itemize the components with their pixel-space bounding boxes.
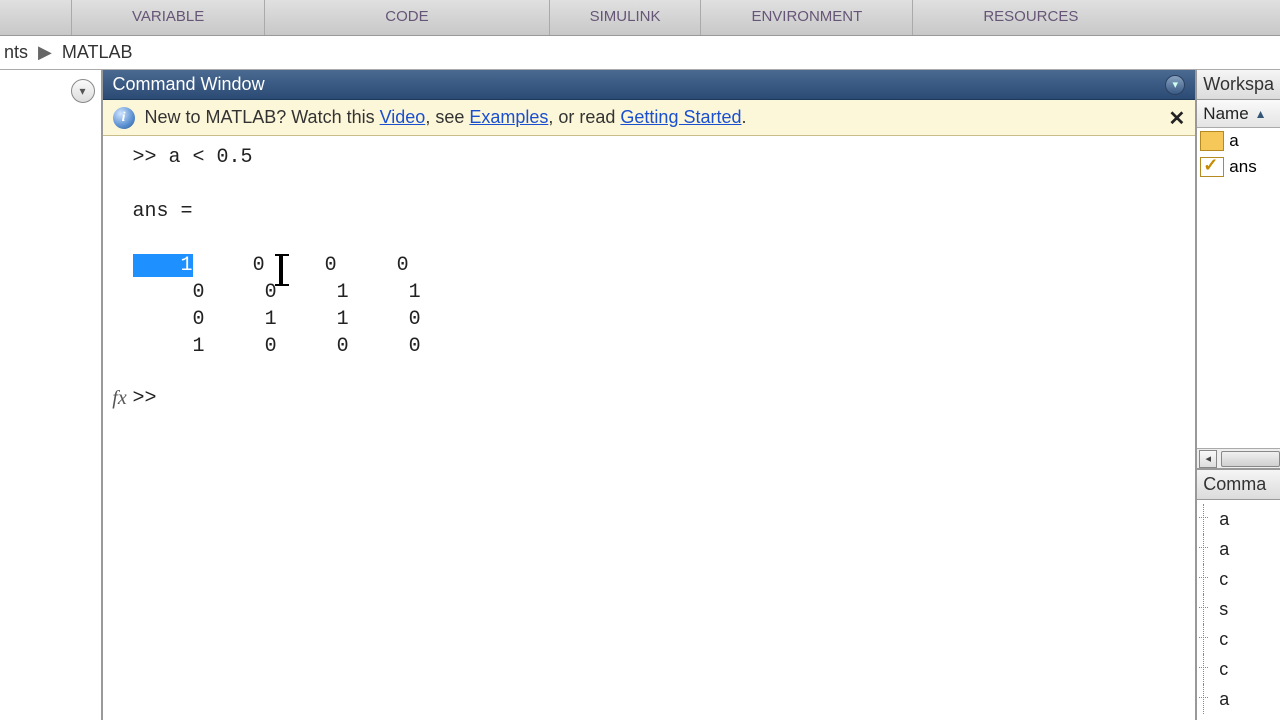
banner-text-2: , see	[425, 107, 469, 127]
command-window-menu-icon[interactable]: ▾	[1165, 75, 1185, 95]
scroll-thumb[interactable]	[1221, 451, 1280, 467]
toolstrip-group-variable[interactable]: VARIABLE	[72, 0, 265, 35]
history-item[interactable]: c	[1197, 564, 1280, 594]
history-item-label: c	[1219, 659, 1228, 680]
toolstrip-group-code[interactable]: CODE	[265, 0, 549, 35]
history-item-label: a	[1219, 509, 1229, 530]
console-blank-2	[103, 225, 1196, 252]
workspace-variable-list: a ans	[1197, 128, 1280, 180]
workspace-titlebar[interactable]: Workspa	[1197, 70, 1280, 100]
path-separator-icon: ▶	[38, 42, 52, 63]
matrix-row-2: 0 0 1 1	[103, 279, 1196, 306]
command-history-list: a a c s c c a	[1197, 500, 1280, 720]
history-item[interactable]: a	[1197, 684, 1280, 714]
matrix-selection: 1	[133, 254, 193, 277]
new-to-matlab-banner: i New to MATLAB? Watch this Video, see E…	[103, 100, 1196, 136]
banner-text: New to MATLAB? Watch this Video, see Exa…	[145, 107, 747, 128]
matrix-row-1: 1 0 0 0	[103, 252, 1196, 279]
history-item[interactable]: c	[1197, 654, 1280, 684]
history-item-label: a	[1219, 539, 1229, 560]
console-prompt: >>	[133, 387, 157, 410]
workspace-var-label: a	[1229, 131, 1238, 151]
matrix-row-4: 1 0 0 0	[103, 333, 1196, 360]
workspace-var-label: ans	[1229, 157, 1256, 177]
history-item[interactable]: a	[1197, 504, 1280, 534]
workspace-name-column-header[interactable]: Name ▲	[1197, 100, 1280, 128]
command-history-titlebar[interactable]: Comma	[1197, 470, 1280, 500]
history-item-label: a	[1219, 689, 1229, 710]
toolstrip: VARIABLE CODE SIMULINK ENVIRONMENT RESOU…	[0, 0, 1280, 36]
console-ans-label: ans =	[103, 198, 1196, 225]
video-link[interactable]: Video	[380, 107, 426, 127]
fx-icon[interactable]: fx	[107, 387, 133, 410]
workspace-var-a[interactable]: a	[1197, 128, 1280, 154]
workspace-var-ans[interactable]: ans	[1197, 154, 1280, 180]
workspace-col-name-label: Name	[1203, 104, 1248, 124]
close-banner-icon[interactable]: ✕	[1169, 106, 1186, 131]
banner-text-4: .	[742, 107, 747, 127]
console-input-line: >> a < 0.5	[103, 144, 1196, 171]
history-item-label: c	[1219, 629, 1228, 650]
history-item[interactable]: c	[1197, 624, 1280, 654]
command-window-console[interactable]: >> a < 0.5 ans = 1 0 0 0 0 0 1 1 0 1 1 0…	[103, 136, 1196, 720]
toolstrip-group-resources[interactable]: RESOURCES	[913, 0, 1148, 35]
workspace-panel: Workspa Name ▲ a ans ◂	[1197, 70, 1280, 470]
double-array-icon	[1201, 132, 1223, 150]
address-bar[interactable]: nts ▶ MATLAB	[0, 36, 1280, 70]
banner-text-3: , or read	[548, 107, 620, 127]
command-window-title: Command Window	[113, 74, 265, 95]
matrix-row-3: 0 1 1 0	[103, 306, 1196, 333]
sort-asc-icon: ▲	[1255, 107, 1267, 121]
toolstrip-left-gap	[0, 0, 72, 35]
logical-array-icon	[1201, 158, 1223, 176]
workspace-hscrollbar[interactable]: ◂	[1197, 448, 1280, 468]
path-seg-1[interactable]: nts	[4, 42, 28, 63]
current-folder-menu-icon[interactable]: ▾	[71, 79, 95, 103]
console-blank-1	[103, 171, 1196, 198]
toolstrip-group-simulink[interactable]: SIMULINK	[550, 0, 702, 35]
command-window-panel: Command Window ▾ i New to MATLAB? Watch …	[103, 70, 1198, 720]
text-cursor-icon	[279, 256, 283, 284]
command-window-titlebar[interactable]: Command Window ▾	[103, 70, 1196, 100]
history-item[interactable]: a	[1197, 534, 1280, 564]
getting-started-link[interactable]: Getting Started	[620, 107, 741, 127]
history-item-label: s	[1219, 599, 1228, 620]
examples-link[interactable]: Examples	[469, 107, 548, 127]
info-icon: i	[113, 107, 135, 129]
console-prompt-line[interactable]: fx >>	[103, 387, 1196, 410]
toolstrip-group-environment[interactable]: ENVIRONMENT	[701, 0, 913, 35]
history-item-label: c	[1219, 569, 1228, 590]
workspace-empty-area	[1197, 180, 1280, 448]
current-folder-panel: ▾	[0, 70, 103, 720]
scroll-left-icon[interactable]: ◂	[1199, 450, 1217, 468]
console-blank-3	[103, 360, 1196, 387]
path-seg-2[interactable]: MATLAB	[62, 42, 133, 63]
banner-text-1: New to MATLAB? Watch this	[145, 107, 380, 127]
history-item[interactable]: s	[1197, 594, 1280, 624]
